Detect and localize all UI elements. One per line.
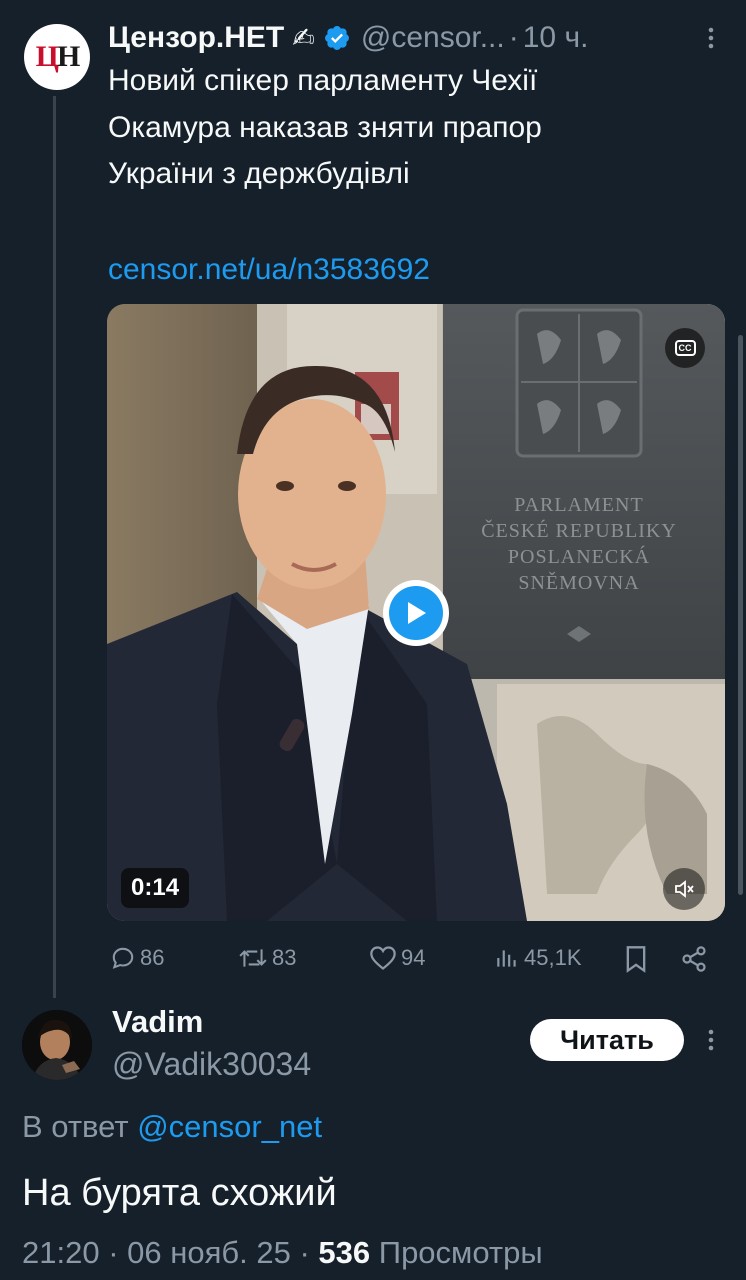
retweet-action[interactable]: 83	[238, 938, 296, 978]
sign-line-1: PARLAMENT	[514, 494, 643, 516]
reply-action[interactable]: 86	[110, 938, 164, 978]
reply-mention-link[interactable]: @censor_net	[137, 1109, 322, 1144]
author-avatar[interactable]: ЦН	[24, 24, 90, 90]
captions-icon: CC	[674, 340, 696, 356]
reply-avatar[interactable]	[22, 1010, 92, 1080]
analytics-icon	[497, 950, 516, 967]
sign-line-2: ČESKÉ REPUBLIKY	[481, 518, 677, 542]
video-duration: 0:14	[121, 868, 190, 908]
more-options-icon[interactable]	[698, 22, 724, 56]
reply-views-label: Просмотры	[378, 1235, 543, 1270]
sign-line-4: SNĚMOVNA	[518, 571, 639, 594]
scrollbar[interactable]	[738, 335, 743, 895]
speaker-muted-icon	[675, 880, 694, 898]
views-count: 45,1K	[524, 945, 582, 970]
reply-meta: 21:20 · 06 нояб. 25 · 536 Просмотры	[22, 1235, 543, 1270]
reply-context: В ответ @censor_net	[22, 1106, 322, 1148]
reply-text: На бурята схожий	[22, 1172, 337, 1214]
verified-badge-icon	[324, 26, 349, 50]
reply-count: 86	[140, 945, 165, 970]
separator-dot: ·	[508, 21, 519, 54]
reply-views-count: 536	[318, 1235, 371, 1270]
play-button[interactable]	[383, 580, 449, 646]
reply-date[interactable]: 06 нояб. 25	[127, 1235, 291, 1270]
share-icon[interactable]	[680, 945, 708, 973]
author-handle[interactable]: @censor...	[361, 21, 505, 55]
reply-icon	[112, 947, 134, 969]
views-action[interactable]: 45,1K	[494, 938, 582, 978]
play-icon	[408, 602, 426, 624]
reply-prefix: В ответ	[22, 1109, 129, 1144]
retweet-count: 83	[272, 945, 297, 970]
author-name[interactable]: Цензор.НЕТ	[108, 21, 284, 55]
article-link[interactable]: censor.net/ua/n3583692	[108, 247, 430, 293]
tweet-text: Новий спікер парламенту Чехії Окамура на…	[108, 64, 542, 190]
writing-hand-emoji: ✍	[292, 22, 315, 53]
reply-time[interactable]: 21:20	[22, 1235, 100, 1270]
tweet-header: Цензор.НЕТ ✍ @censor... · 10 ч.	[108, 18, 588, 58]
reply-author-handle[interactable]: @Vadik30034	[112, 1044, 311, 1084]
censor-logo: ЦН	[35, 40, 81, 73]
heart-icon	[370, 946, 396, 970]
reply-more-options-icon[interactable]	[698, 1024, 724, 1058]
retweet-icon	[239, 949, 267, 967]
mute-button[interactable]	[663, 868, 705, 910]
video-player[interactable]: PARLAMENT ČESKÉ REPUBLIKY POSLANECKÁ SNĚ…	[107, 304, 725, 921]
like-action[interactable]: 94	[369, 938, 425, 978]
like-count: 94	[401, 945, 426, 970]
bookmark-icon[interactable]	[624, 945, 648, 973]
sign-line-3: POSLANECKÁ	[508, 545, 650, 568]
follow-button[interactable]: Читать	[530, 1019, 684, 1061]
reply-author-name[interactable]: Vadim	[112, 1002, 203, 1042]
avatar-image	[22, 1010, 92, 1080]
tweet-time[interactable]: 10 ч.	[523, 21, 589, 55]
thread-line	[53, 96, 56, 998]
captions-button[interactable]: CC	[665, 328, 705, 368]
